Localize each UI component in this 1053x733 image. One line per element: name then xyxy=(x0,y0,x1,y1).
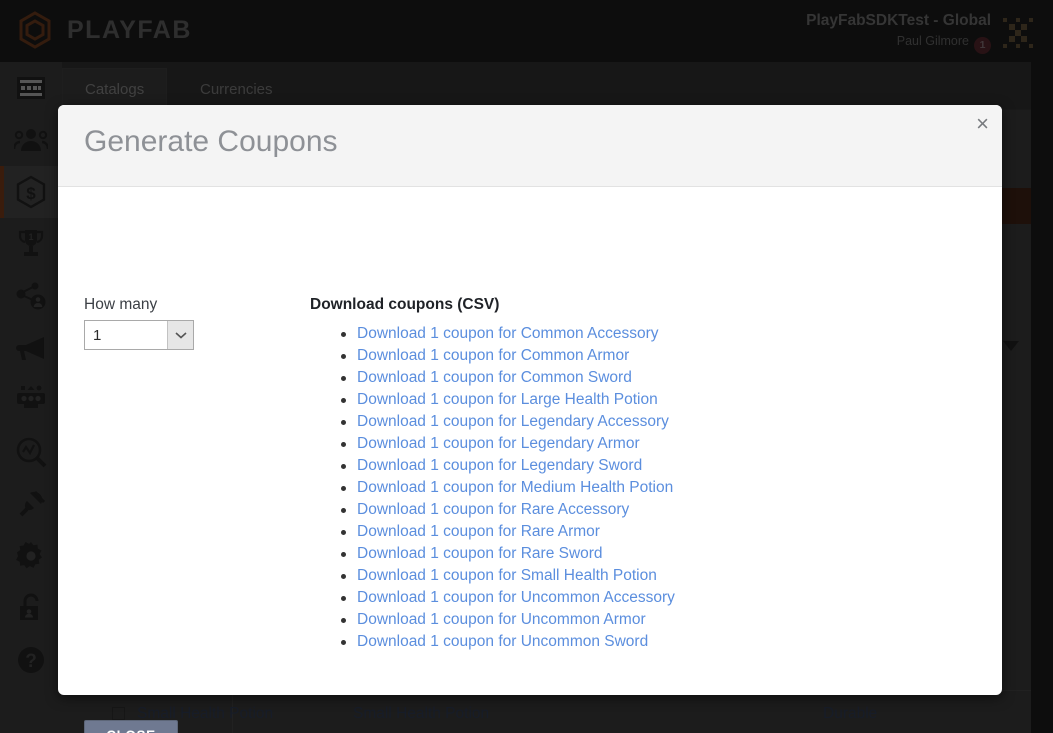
download-coupon-link[interactable]: Download 1 coupon for Small Health Potio… xyxy=(357,567,657,584)
list-item: Download 1 coupon for Rare Accessory xyxy=(333,499,675,521)
list-item: Download 1 coupon for Uncommon Accessory xyxy=(333,587,675,609)
how-many-select[interactable]: 12345102550100 xyxy=(84,320,194,350)
modal-title: Generate Coupons xyxy=(84,125,338,158)
download-coupon-link[interactable]: Download 1 coupon for Large Health Potio… xyxy=(357,391,658,408)
close-x-icon[interactable]: × xyxy=(976,113,989,135)
list-item: Download 1 coupon for Legendary Armor xyxy=(333,433,675,455)
download-coupon-link[interactable]: Download 1 coupon for Uncommon Armor xyxy=(357,611,646,628)
modal-header: Generate Coupons × xyxy=(58,105,1002,187)
list-item: Download 1 coupon for Small Health Potio… xyxy=(333,565,675,587)
download-coupon-link[interactable]: Download 1 coupon for Common Armor xyxy=(357,347,629,364)
list-item: Download 1 coupon for Uncommon Sword xyxy=(333,631,675,653)
list-item: Download 1 coupon for Common Sword xyxy=(333,367,675,389)
list-item: Download 1 coupon for Medium Health Poti… xyxy=(333,477,675,499)
download-coupons-title: Download coupons (CSV) xyxy=(310,296,500,313)
download-coupon-link[interactable]: Download 1 coupon for Rare Armor xyxy=(357,523,600,540)
how-many-label: How many xyxy=(84,296,158,313)
download-coupon-link[interactable]: Download 1 coupon for Uncommon Accessory xyxy=(357,589,675,606)
list-item: Download 1 coupon for Legendary Sword xyxy=(333,455,675,477)
download-coupon-link[interactable]: Download 1 coupon for Common Accessory xyxy=(357,325,659,342)
list-item: Download 1 coupon for Large Health Potio… xyxy=(333,389,675,411)
close-button[interactable]: CLOSE xyxy=(84,720,178,733)
download-links-list: Download 1 coupon for Common Accessory Do… xyxy=(333,323,675,653)
list-item: Download 1 coupon for Uncommon Armor xyxy=(333,609,675,631)
screen: PLAYFAB PlayFabSDKTest - Global Paul Gil… xyxy=(0,0,1053,733)
list-item: Download 1 coupon for Common Accessory xyxy=(333,323,675,345)
download-coupon-link[interactable]: Download 1 coupon for Legendary Sword xyxy=(357,457,642,474)
list-item: Download 1 coupon for Legendary Accessor… xyxy=(333,411,675,433)
download-coupon-link[interactable]: Download 1 coupon for Legendary Accessor… xyxy=(357,413,669,430)
modal-body: How many 12345102550100 Download coupons… xyxy=(58,187,1002,733)
list-item: Download 1 coupon for Rare Sword xyxy=(333,543,675,565)
download-coupon-link[interactable]: Download 1 coupon for Legendary Armor xyxy=(357,435,640,452)
download-coupon-link[interactable]: Download 1 coupon for Common Sword xyxy=(357,369,632,386)
download-coupon-link[interactable]: Download 1 coupon for Rare Accessory xyxy=(357,501,629,518)
download-coupon-link[interactable]: Download 1 coupon for Uncommon Sword xyxy=(357,633,648,650)
download-coupon-link[interactable]: Download 1 coupon for Rare Sword xyxy=(357,545,603,562)
list-item: Download 1 coupon for Common Armor xyxy=(333,345,675,367)
generate-coupons-modal: Generate Coupons × How many 123451025501… xyxy=(58,105,1002,733)
list-item: Download 1 coupon for Rare Armor xyxy=(333,521,675,543)
download-coupon-link[interactable]: Download 1 coupon for Medium Health Poti… xyxy=(357,479,673,496)
